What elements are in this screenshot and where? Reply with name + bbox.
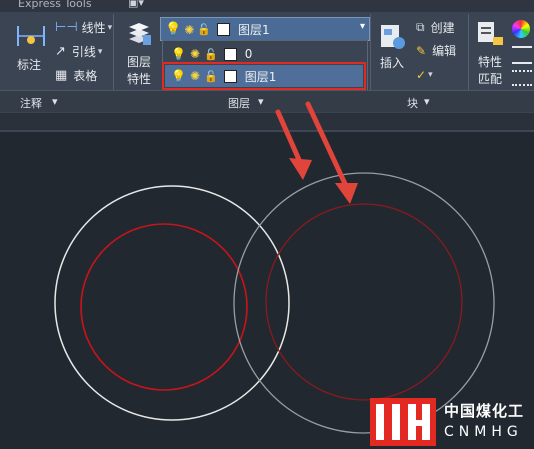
- red-arrow-2: [305, 101, 350, 191]
- watermark-logo: [370, 398, 436, 446]
- drawing-canvas[interactable]: [0, 0, 534, 449]
- red-arrow-2-head: [335, 183, 358, 204]
- gray-circle-right[interactable]: [233, 172, 495, 434]
- watermark-text: 中国煤化工: [444, 402, 525, 420]
- darkred-circle-right[interactable]: [265, 203, 463, 401]
- watermark: 中国煤化工 CNMHG: [368, 398, 534, 449]
- red-circle-left[interactable]: [80, 223, 248, 391]
- watermark-subtext: CNMHG: [444, 424, 523, 440]
- white-circle-left[interactable]: [54, 185, 290, 421]
- red-arrow-1-head: [289, 158, 312, 180]
- red-arrow-1: [275, 109, 303, 165]
